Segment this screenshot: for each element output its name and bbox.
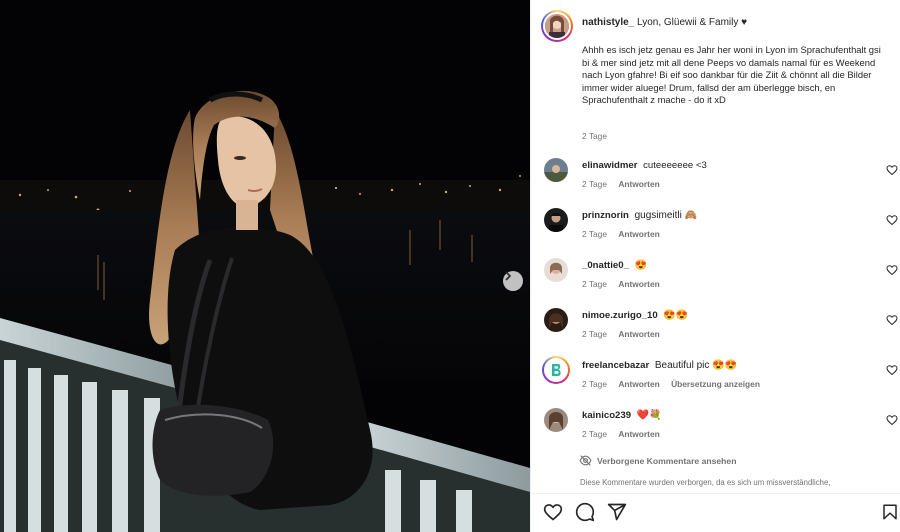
heart-icon[interactable] — [886, 214, 898, 226]
commenter-avatar[interactable] — [544, 308, 568, 332]
post-location[interactable]: Lyon, Glüewii & Family ♥ — [637, 17, 747, 28]
commenter-avatar[interactable] — [544, 258, 568, 282]
avatar-photo — [544, 408, 568, 432]
comment-item: prinznorin gugsimeitli 🙈 2 Tage Antworte… — [531, 208, 900, 254]
comment-time[interactable]: 2 Tage — [582, 229, 607, 239]
reply-button[interactable]: Antworten — [618, 229, 659, 239]
comment-time[interactable]: 2 Tage — [582, 179, 607, 189]
comment-text: elinawidmer cuteeeeeee <3 — [582, 160, 707, 171]
comment-body: gugsimeitli 🙈 — [634, 210, 698, 221]
comment-body: 😍 — [634, 260, 648, 271]
comment-meta: 2 Tage Antworten Übersetzung anzeigen — [582, 379, 769, 389]
post-caption: Ahhh es isch jetz genau es Jahr her woni… — [582, 44, 881, 106]
comment-body: cuteeeeeee <3 — [643, 160, 707, 171]
commenter-username[interactable]: freelancebazar — [582, 360, 649, 371]
reply-button[interactable]: Antworten — [618, 179, 659, 189]
action-bar — [543, 502, 627, 522]
reply-button[interactable]: Antworten — [618, 379, 659, 389]
heart-icon[interactable] — [886, 264, 898, 276]
comment-body: Beautiful pic 😍😍 — [654, 360, 738, 371]
commenter-avatar[interactable] — [544, 408, 568, 432]
comment-item: _0nattie0_ 😍 2 Tage Antworten — [531, 258, 900, 304]
eye-slash-icon — [579, 455, 592, 466]
avatar-photo — [544, 308, 568, 332]
comment-time[interactable]: 2 Tage — [582, 279, 607, 289]
reply-button[interactable]: Antworten — [618, 329, 659, 339]
comment-body: 😍😍 — [663, 310, 689, 321]
brand-logo-icon — [552, 364, 561, 376]
commenter-username[interactable]: kainico239 — [582, 410, 631, 421]
photo-image — [0, 0, 530, 532]
comment-item: kainico239 ❤️💐 2 Tage Antworten — [531, 408, 900, 454]
comment-meta: 2 Tage Antworten — [582, 329, 669, 339]
comment-icon[interactable] — [575, 502, 595, 522]
chevron-right-icon — [505, 271, 511, 281]
author-username[interactable]: nathistyle_ — [582, 17, 634, 28]
comment-item: elinawidmer cuteeeeeee <3 2 Tage Antwort… — [531, 158, 900, 204]
post-photo — [0, 0, 530, 532]
heart-icon[interactable] — [886, 414, 898, 426]
comment-time[interactable]: 2 Tage — [582, 329, 607, 339]
comment-time[interactable]: 2 Tage — [582, 429, 607, 439]
heart-icon[interactable] — [886, 364, 898, 376]
comment-text: prinznorin gugsimeitli 🙈 — [582, 210, 697, 221]
bookmark-icon[interactable] — [881, 503, 899, 521]
caption-header: nathistyle_ Lyon, Glüewii & Family ♥ — [582, 16, 747, 29]
reply-button[interactable]: Antworten — [618, 279, 659, 289]
comment-item: freelancebazar Beautiful pic 😍😍 2 Tage A… — [531, 356, 900, 404]
hidden-comments-label: Verborgene Kommentare ansehen — [597, 455, 737, 466]
caption-meta: 2 Tage — [582, 131, 616, 141]
avatar-photo — [545, 14, 569, 38]
commenter-avatar[interactable] — [544, 208, 568, 232]
comment-time[interactable]: 2 Tage — [582, 379, 607, 389]
comment-meta: 2 Tage Antworten — [582, 229, 669, 239]
commenter-username[interactable]: nimoe.zurigo_10 — [582, 310, 658, 321]
comment-text: kainico239 ❤️💐 — [582, 410, 662, 421]
heart-icon[interactable] — [886, 314, 898, 326]
divider — [531, 493, 900, 494]
comment-meta: 2 Tage Antworten — [582, 429, 669, 439]
hidden-comments-note: Diese Kommentare wurden verborgen, da es… — [580, 478, 831, 487]
commenter-username[interactable]: elinawidmer — [582, 160, 637, 171]
commenter-username[interactable]: prinznorin — [582, 210, 629, 221]
comment-body: ❤️💐 — [636, 410, 662, 421]
comment-meta: 2 Tage Antworten — [582, 179, 669, 189]
translate-button[interactable]: Übersetzung anzeigen — [671, 379, 760, 389]
comment-item: nimoe.zurigo_10 😍😍 2 Tage Antworten — [531, 308, 900, 354]
avatar-photo — [544, 258, 568, 282]
commenter-avatar[interactable] — [542, 356, 570, 384]
comment-text: _0nattie0_ 😍 — [582, 260, 647, 271]
commenter-username[interactable]: _0nattie0_ — [582, 260, 629, 271]
heart-icon[interactable] — [543, 502, 563, 522]
author-avatar[interactable] — [541, 10, 573, 42]
share-icon[interactable] — [607, 502, 627, 522]
comment-text: freelancebazar Beautiful pic 😍😍 — [582, 360, 737, 371]
heart-icon[interactable] — [886, 164, 898, 176]
avatar-photo — [544, 208, 568, 232]
comment-meta: 2 Tage Antworten — [582, 279, 669, 289]
commenter-avatar[interactable] — [544, 158, 568, 182]
next-photo-button[interactable] — [503, 271, 523, 291]
hidden-comments-link[interactable]: Verborgene Kommentare ansehen — [579, 455, 736, 466]
avatar-photo — [544, 158, 568, 182]
reply-button[interactable]: Antworten — [618, 429, 659, 439]
caption-time[interactable]: 2 Tage — [582, 131, 607, 141]
post-sidebar: nathistyle_ Lyon, Glüewii & Family ♥ Ahh… — [530, 0, 900, 532]
comment-text: nimoe.zurigo_10 😍😍 — [582, 310, 688, 321]
